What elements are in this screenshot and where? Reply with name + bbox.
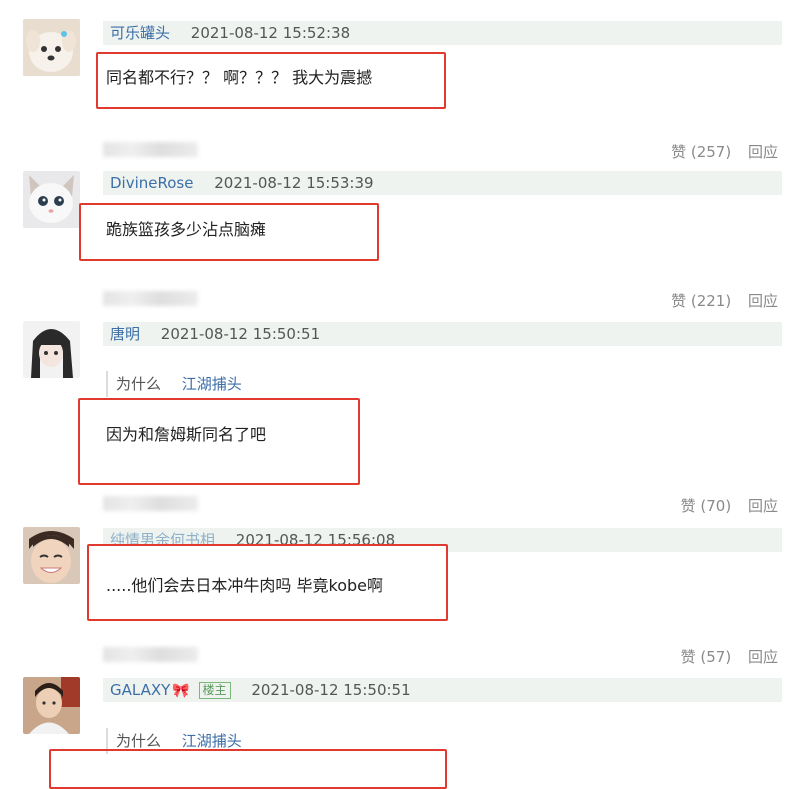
quoted-user-link[interactable]: 江湖捕头 bbox=[182, 732, 242, 750]
like-button[interactable]: 赞 (70) bbox=[681, 497, 732, 515]
quote-prefix: 为什么 bbox=[116, 732, 162, 750]
comment-text: 跪族篮孩多少沾点脑瘫 bbox=[106, 220, 267, 239]
blurred-region bbox=[103, 142, 198, 157]
quote-prefix: 为什么 bbox=[116, 375, 162, 393]
blurred-region bbox=[103, 647, 198, 662]
comment-actions: 赞 (70) 回应 bbox=[669, 495, 778, 516]
like-button[interactable]: 赞 (57) bbox=[681, 648, 732, 666]
avatar[interactable] bbox=[23, 19, 80, 76]
reply-button[interactable]: 回应 bbox=[748, 143, 778, 161]
comment-header: DivineRose 2021-08-12 15:53:39 bbox=[103, 171, 782, 195]
quoted-reply: 为什么 江湖捕头 bbox=[106, 371, 242, 397]
avatar[interactable] bbox=[23, 321, 80, 378]
blurred-region bbox=[103, 291, 198, 306]
comment-actions: 赞 (57) 回应 bbox=[669, 646, 778, 667]
comment-text: 同名都不行？？ 啊？？？ 我大为震撼 bbox=[106, 68, 373, 87]
bow-icon: 🎀 bbox=[172, 683, 190, 699]
comment-time: 2021-08-12 15:53:39 bbox=[214, 174, 374, 192]
highlight-box bbox=[49, 749, 447, 789]
reply-button[interactable]: 回应 bbox=[748, 497, 778, 515]
username-link[interactable]: GALAXY bbox=[110, 681, 170, 699]
avatar[interactable] bbox=[23, 527, 80, 584]
username-link[interactable]: 可乐罐头 bbox=[110, 24, 170, 42]
avatar[interactable] bbox=[23, 677, 80, 734]
comment-header: GALAXY 🎀 楼主 2021-08-12 15:50:51 bbox=[103, 678, 782, 702]
comment-text: .....他们会去日本冲牛肉吗 毕竟kobe啊 bbox=[106, 576, 384, 595]
reply-button[interactable]: 回应 bbox=[748, 292, 778, 310]
comment-header: 可乐罐头 2021-08-12 15:52:38 bbox=[103, 21, 782, 45]
avatar[interactable] bbox=[23, 171, 80, 228]
like-button[interactable]: 赞 (257) bbox=[671, 143, 731, 161]
reply-button[interactable]: 回应 bbox=[748, 648, 778, 666]
like-button[interactable]: 赞 (221) bbox=[671, 292, 731, 310]
op-badge: 楼主 bbox=[198, 682, 231, 699]
comment-time: 2021-08-12 15:50:51 bbox=[251, 681, 411, 699]
quoted-user-link[interactable]: 江湖捕头 bbox=[182, 375, 242, 393]
username-link[interactable]: 唐明 bbox=[110, 325, 140, 343]
comment-header: 唐明 2021-08-12 15:50:51 bbox=[103, 322, 782, 346]
blurred-region bbox=[103, 496, 198, 511]
comment-time: 2021-08-12 15:52:38 bbox=[190, 24, 351, 42]
comment-actions: 赞 (257) 回应 bbox=[659, 141, 778, 162]
comment-time: 2021-08-12 15:50:51 bbox=[160, 325, 321, 343]
comment-actions: 赞 (221) 回应 bbox=[659, 290, 778, 311]
comment-text: 因为和詹姆斯同名了吧 bbox=[106, 425, 267, 444]
username-link[interactable]: DivineRose bbox=[110, 174, 193, 192]
